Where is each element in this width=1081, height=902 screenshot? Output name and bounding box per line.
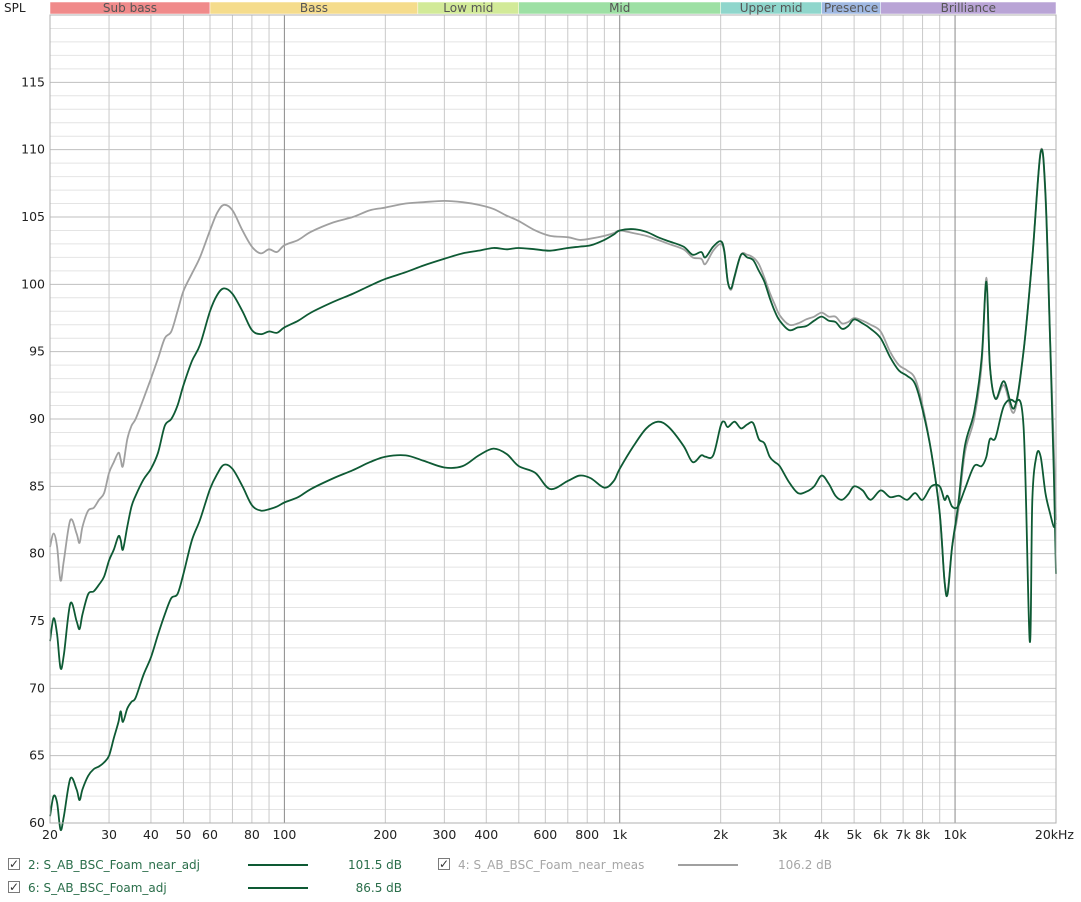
x-tick-label: 400 (474, 827, 498, 842)
legend-value: 106.2 dB (777, 858, 832, 872)
band-label: Sub bass (103, 1, 157, 15)
x-tick-label: 80 (244, 827, 260, 842)
legend-item-near-adj[interactable]: 2: S_AB_BSC_Foam_near_adj 101.5 dB (8, 855, 428, 874)
y-axis-title: SPL (4, 1, 26, 15)
legend-label: 2: S_AB_BSC_Foam_near_adj (28, 858, 201, 872)
x-tick-label: 600 (533, 827, 557, 842)
x-tick-label: 30 (101, 827, 117, 842)
x-tick-label: 100 (272, 827, 296, 842)
x-tick-label: 800 (575, 827, 599, 842)
x-axis-labels: 20 30 40 50 60 80 100 200 300 400 600 800 1k 2k 3k 4k 5k… (42, 827, 1074, 842)
x-tick-label: 4k (814, 827, 830, 842)
checkbox-icon[interactable] (8, 878, 20, 896)
x-tick-label: 60 (202, 827, 218, 842)
x-tick-label: 1k (612, 827, 628, 842)
y-tick-label: 85 (29, 478, 45, 493)
chart-grid (49, 14, 1057, 824)
y-tick-label: 105 (21, 209, 45, 224)
band-label: Low mid (443, 1, 493, 15)
checkbox-icon[interactable] (438, 855, 450, 873)
legend-value: 101.5 dB (347, 858, 402, 872)
band-label: Presence (824, 1, 878, 15)
legend-label: 4: S_AB_BSC_Foam_near_meas (458, 858, 645, 872)
legend-line-swatch (678, 864, 738, 866)
y-tick-label: 65 (29, 748, 45, 763)
checkbox-icon[interactable] (8, 855, 20, 873)
x-tick-label: 20 (42, 827, 58, 842)
x-tick-label: 3k (772, 827, 788, 842)
y-axis-labels: 6065707580859095100105110115 (21, 74, 45, 830)
legend-item-near-meas[interactable]: 4: S_AB_BSC_Foam_near_meas 106.2 dB (438, 855, 838, 874)
y-tick-label: 90 (29, 411, 45, 426)
legend-value: 86.5 dB (355, 881, 402, 895)
band-label: Brilliance (941, 1, 996, 15)
legend-line-swatch (248, 864, 308, 866)
y-tick-label: 100 (21, 276, 45, 291)
legend-item-adj[interactable]: 6: S_AB_BSC_Foam_adj 86.5 dB (8, 878, 428, 897)
x-tick-label: 2k (713, 827, 729, 842)
legend-line-swatch (248, 887, 308, 889)
band-label: Upper mid (740, 1, 803, 15)
series-line-S_AB_BSC_Foam_adj (49, 398, 1057, 832)
y-tick-label: 75 (29, 613, 45, 628)
legend: 2: S_AB_BSC_Foam_near_adj 101.5 dB 4: S_… (0, 850, 1081, 902)
series-line-S_AB_BSC_Foam_near_adj (49, 148, 1057, 670)
y-tick-label: 95 (29, 344, 45, 359)
y-tick-label: 115 (21, 74, 45, 89)
band-label: Bass (300, 1, 328, 15)
x-tick-label: 300 (432, 827, 456, 842)
y-tick-label: 70 (29, 680, 45, 695)
series-curves (49, 147, 1057, 832)
x-tick-label: 20kHz (1035, 827, 1075, 842)
y-tick-label: 110 (21, 142, 45, 157)
x-tick-label: 6k (873, 827, 889, 842)
x-tick-label: 200 (373, 827, 397, 842)
band-label: Mid (609, 1, 630, 15)
y-tick-label: 80 (29, 546, 45, 561)
x-tick-label: 8k (915, 827, 931, 842)
x-tick-label: 5k (847, 827, 863, 842)
frequency-response-chart: Sub bass Bass Low mid Mid Upper mid Presence B… (4, 1, 1074, 842)
x-tick-label: 10k (943, 827, 967, 842)
x-tick-label: 40 (143, 827, 159, 842)
legend-label: 6: S_AB_BSC_Foam_adj (28, 881, 167, 895)
frequency-band-bar: Sub bass Bass Low mid Mid Upper mid Presence B… (49, 1, 1057, 15)
x-tick-label: 50 (175, 827, 191, 842)
x-tick-label: 7k (896, 827, 912, 842)
